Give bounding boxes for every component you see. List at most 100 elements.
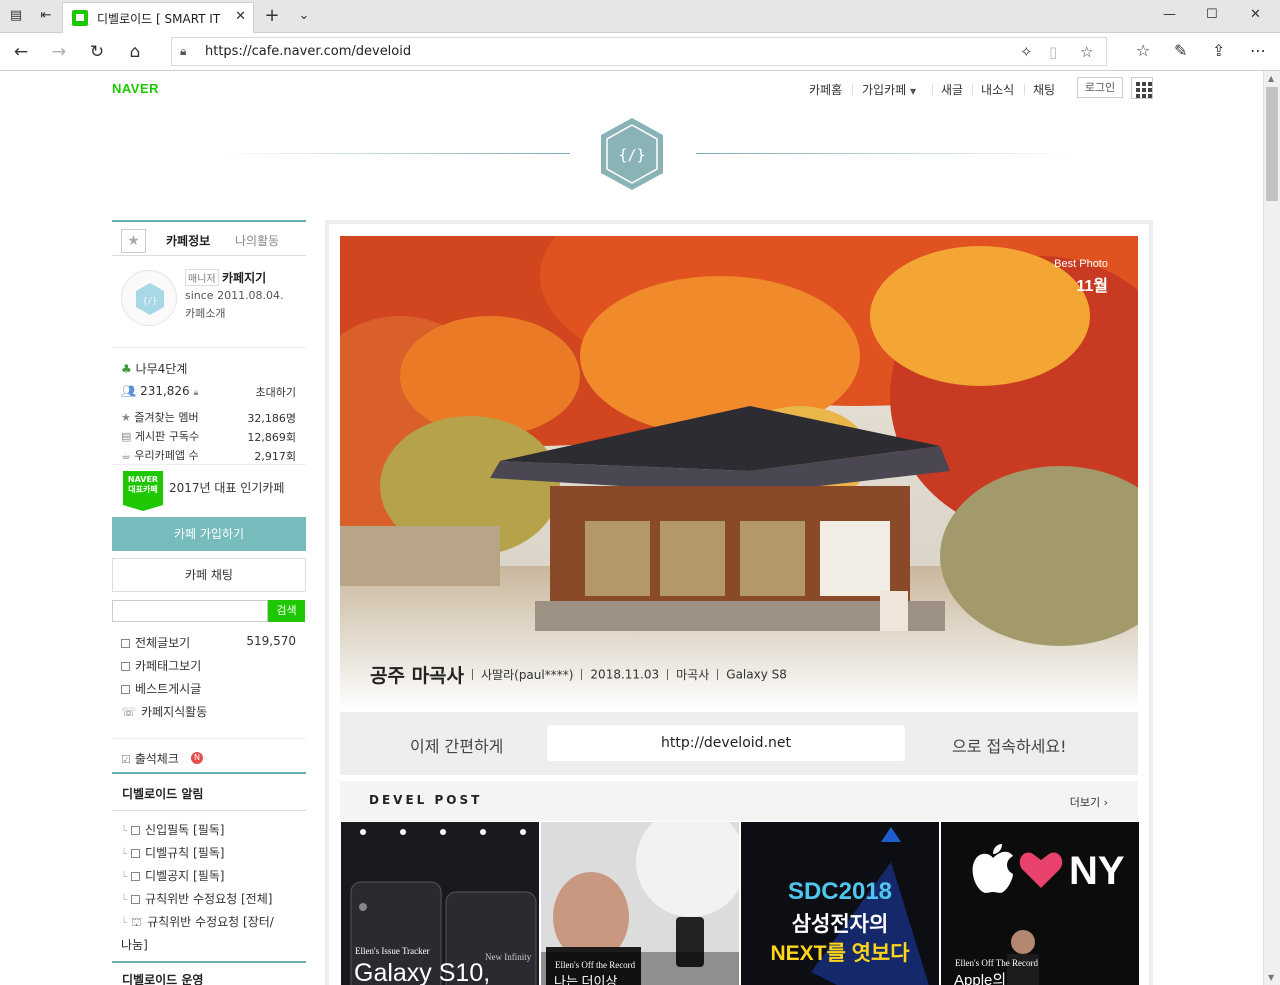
extension-icon[interactable]: ✧: [1020, 43, 1033, 61]
menu-best[interactable]: 베스트게시글: [121, 680, 201, 697]
menu-tags[interactable]: 카페태그보기: [121, 657, 201, 674]
lock-icon: 🔒︎: [193, 388, 199, 398]
cafe-profile-image[interactable]: {/}: [121, 270, 177, 326]
scroll-thumb[interactable]: [1266, 87, 1278, 201]
address-bar: ← → ↻ ⌂ 🔒︎ https://cafe.naver.com/develo…: [0, 33, 1280, 71]
notice-item[interactable]: └ 규칙위반 수정요청 [전체]: [121, 890, 272, 907]
tag-icon: [121, 662, 130, 671]
back-icon[interactable]: ←: [11, 42, 31, 62]
tree-branch-icon: └: [121, 895, 128, 906]
set-aside-tabs-icon[interactable]: ⇤: [38, 8, 54, 24]
maximize-icon[interactable]: ☐: [1206, 7, 1218, 22]
stat-label: 게시판 구독수: [134, 430, 200, 443]
best-photo-month: 11월: [1076, 278, 1108, 295]
gnb-new-posts[interactable]: 새글: [941, 81, 963, 98]
sdc-line2: 삼성전자의: [791, 913, 889, 936]
thumb-title: Apple의: [954, 972, 1007, 985]
notice-item[interactable]: └ 신입필독 [필독]: [121, 821, 224, 838]
search-input[interactable]: [112, 600, 268, 622]
url-banner-link[interactable]: http://develoid.net: [547, 725, 905, 761]
more-icon[interactable]: ⋯: [1250, 41, 1266, 60]
search-button[interactable]: 검색: [268, 600, 305, 622]
home-icon[interactable]: ⌂: [125, 42, 145, 62]
post-thumb-apple[interactable]: NY Ellen's Off The Record Apple의: [941, 822, 1139, 985]
scroll-down-icon[interactable]: ▼: [1268, 973, 1274, 982]
page-content: NAVER 카페홈 가입카페 ▼ 새글 내소식 채팅 로그인 {/} ★ 카페정…: [0, 71, 1263, 985]
join-cafe-button[interactable]: 카페 가입하기: [112, 517, 306, 551]
award-banner[interactable]: NAVER 대표카페 2017년 대표 인기카페: [112, 465, 306, 517]
invite-link[interactable]: 초대하기: [256, 384, 296, 400]
menu-all-posts[interactable]: 전체글보기: [121, 634, 190, 651]
pen-icon[interactable]: ✎: [1174, 41, 1187, 60]
stat-value: 32,186명: [247, 412, 296, 425]
url-field[interactable]: 🔒︎ https://cafe.naver.com/develoid ✧ ▯ ☆: [171, 37, 1107, 66]
favorite-star-icon[interactable]: ☆: [1080, 43, 1093, 61]
gnb-joined-cafes[interactable]: 가입카페 ▼: [862, 81, 916, 98]
forward-icon[interactable]: →: [49, 42, 69, 62]
favorites-hub-icon[interactable]: ☆: [1136, 41, 1150, 60]
notice-item[interactable]: └ 디벨공지 [필독]: [121, 867, 224, 884]
badge-line1: NAVER: [127, 475, 159, 484]
gnb-my-news[interactable]: 내소식: [981, 81, 1014, 98]
share-icon[interactable]: ⇪: [1212, 41, 1225, 60]
main-content: Best Photo 11월 공주 마곡사 사딸라(paul****) 2018.1…: [325, 220, 1153, 985]
best-photo-label: Best Photo 11월: [1054, 258, 1108, 296]
scrollbar[interactable]: ▲ ▼: [1263, 71, 1280, 985]
board-icon: [131, 826, 141, 835]
scroll-up-icon[interactable]: ▲: [1268, 74, 1274, 83]
reading-view-icon[interactable]: ▯: [1049, 43, 1057, 61]
cafe-logo-icon[interactable]: {/}: [597, 116, 667, 192]
browser-tab[interactable]: 디벨로이드 [ SMART IT ✕: [62, 2, 254, 33]
refresh-icon[interactable]: ↻: [87, 42, 107, 62]
board-icon: [121, 639, 130, 648]
stat-value: 12,869회: [247, 431, 296, 444]
close-tab-icon[interactable]: ✕: [235, 9, 246, 24]
ops-section-title: 디벨로이드 운영: [112, 961, 306, 985]
notice-item-wrap[interactable]: 나눔]: [121, 936, 148, 953]
tab-list-chevron-down-icon[interactable]: ⌄: [296, 8, 312, 24]
more-link[interactable]: 더보기 ›: [1070, 794, 1108, 810]
naver-logo[interactable]: NAVER: [112, 81, 159, 96]
apps-grid-icon[interactable]: [1131, 77, 1153, 99]
tree-level-icon: ♣: [121, 362, 132, 376]
stat-row[interactable]: ▤ 게시판 구독수: [121, 428, 199, 444]
cafe-chat-button[interactable]: 카페 채팅: [112, 558, 306, 592]
attendance-row[interactable]: ☑ 출석체크 N: [112, 738, 306, 774]
menu-knowledge[interactable]: ☏ 카페지식활동: [121, 703, 207, 720]
tab-cafe-info[interactable]: 카페정보: [166, 232, 210, 249]
shortcut-url-banner: 이제 간편하게 http://develoid.net 으로 접속하세요!: [340, 712, 1138, 775]
close-window-icon[interactable]: ✕: [1250, 7, 1261, 22]
notice-item[interactable]: └ 디벨규칙 [필독]: [121, 844, 224, 861]
tab-my-activity[interactable]: 나의활동: [235, 232, 279, 249]
thumb-tag: Ellen's Off the Record: [555, 960, 636, 970]
photo-caption: 공주 마곡사 사딸라(paul****) 2018.11.03 마곡사 Galaxy S…: [370, 661, 787, 688]
post-thumb-sdc[interactable]: SDC2018 삼성전자의 NEXT를 엿보다: [741, 822, 939, 985]
login-button[interactable]: 로그인: [1077, 77, 1123, 98]
post-thumb-galaxy[interactable]: Ellen's Issue Tracker New Infinity Galax…: [341, 822, 539, 985]
photo-place: 마곡사: [676, 668, 710, 682]
minimize-icon[interactable]: —: [1163, 7, 1176, 22]
stat-row[interactable]: ☕︎ 우리카페앱 수: [121, 447, 199, 463]
manager-name[interactable]: 카페지기: [222, 269, 266, 286]
gnb-divider: [972, 84, 973, 95]
tab-manager-icon[interactable]: ▤: [8, 8, 24, 24]
lock-icon: 🔒︎: [180, 44, 187, 58]
members-row[interactable]: 👥︎ 231,826 🔒︎: [121, 384, 198, 398]
photo-date: 2018.11.03: [590, 667, 660, 682]
favorite-cafe-star-icon[interactable]: ★: [121, 229, 146, 253]
notice-item[interactable]: └ ⛫ 규칙위반 수정요청 [장터/: [121, 913, 274, 931]
best-photo-text: Best Photo: [1054, 258, 1108, 270]
cafe-menu: 전체글보기 519,570 카페태그보기 베스트게시글 ☏ 카페지식활동: [112, 622, 306, 732]
notice-label: 규칙위반 수정요청 [장터/: [147, 915, 274, 929]
cafe-intro-link[interactable]: 카페소개: [185, 305, 225, 321]
new-tab-icon[interactable]: +: [264, 7, 280, 25]
gnb-cafe-home[interactable]: 카페홈: [809, 81, 842, 98]
left-sidebar: ★ 카페정보 나의활동 {/} 매니저 카페지기 since 2011.08.0…: [112, 220, 306, 985]
check-icon: ☑: [121, 753, 131, 766]
post-thumb-jobs[interactable]: Ellen's Off the Record 나는 더이상: [541, 822, 739, 985]
stat-row[interactable]: ★ 즐겨찾는 멤버: [121, 409, 199, 425]
url-text: https://cafe.naver.com/develoid: [205, 44, 412, 59]
gnb-chat[interactable]: 채팅: [1033, 81, 1055, 98]
best-photo[interactable]: Best Photo 11월 공주 마곡사 사딸라(paul****) 2018.1…: [340, 236, 1138, 711]
cafe-search: 검색: [112, 600, 306, 622]
